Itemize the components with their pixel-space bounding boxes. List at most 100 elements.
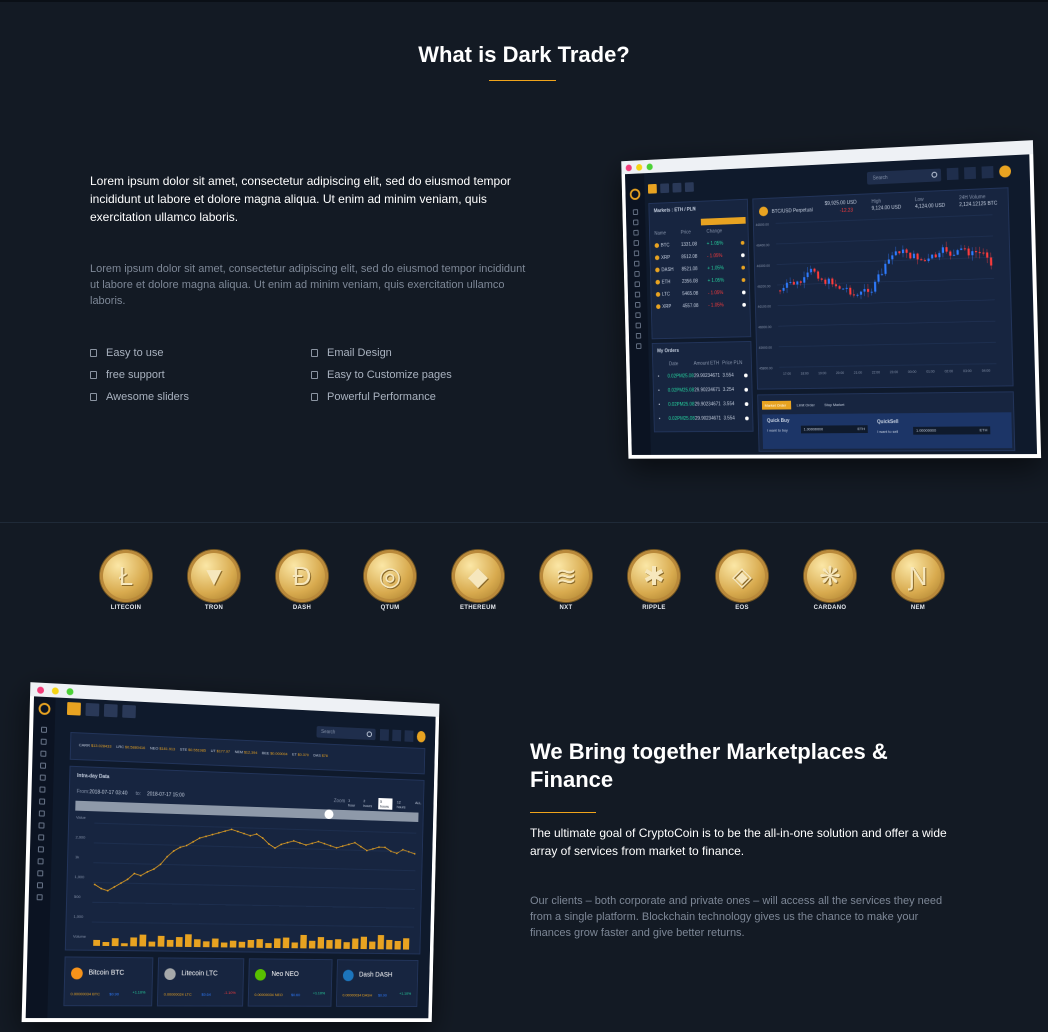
market-price: 8512.08 xyxy=(681,253,698,261)
chat-button[interactable] xyxy=(85,702,100,717)
line-point xyxy=(348,843,350,846)
market-row[interactable]: XRP 8512.08 - 1.05% xyxy=(650,250,750,263)
volume-bar xyxy=(402,938,410,950)
candle xyxy=(856,294,859,296)
market-tabs[interactable] xyxy=(700,216,746,226)
candle xyxy=(982,252,985,254)
search-input[interactable]: Search xyxy=(316,725,376,741)
zoom-option[interactable]: 5 hours xyxy=(378,797,393,810)
menu-button[interactable] xyxy=(647,183,657,194)
market-row[interactable]: LTC 5465.08 - 1.05% xyxy=(651,287,751,299)
candle xyxy=(967,248,970,256)
sell-amount-input[interactable]: 1.00000000 ETH xyxy=(913,426,991,435)
mockup-screen: Search Markets : ETH / PLN Name Price Ch… xyxy=(625,154,1038,455)
check-icon xyxy=(90,393,97,401)
market-row[interactable]: DASH 8521.08 + 1.05% xyxy=(651,263,751,276)
coin-label: RIPPLE xyxy=(642,605,666,611)
clipboard-button[interactable] xyxy=(122,704,136,719)
candle xyxy=(960,248,963,251)
tab-limit-order[interactable]: Limit Order xyxy=(797,402,815,407)
asset-card[interactable]: Dash DASH 0.00000034 DASH $0.90 +1.10% xyxy=(335,959,419,1007)
nav-icon xyxy=(635,301,641,308)
market-price: 8521.08 xyxy=(681,266,698,273)
volume-bar xyxy=(211,938,219,948)
line-point xyxy=(378,846,380,849)
candle xyxy=(867,288,870,292)
market-row[interactable]: BTC 1331.08 + 1.05% xyxy=(650,238,750,251)
zoom-option[interactable]: 1 hour xyxy=(346,797,359,809)
order-type-icon: • xyxy=(658,388,660,394)
coin-icon xyxy=(654,243,660,248)
menu-button[interactable] xyxy=(66,702,81,716)
x-tick-label: 03:00 xyxy=(963,369,972,373)
volume-bar xyxy=(317,937,325,949)
search-input[interactable]: Search xyxy=(866,168,942,185)
asset-card[interactable]: Bitcoin BTC 0.00000034 BTC $0.90 +1.10% xyxy=(63,956,154,1007)
order-row[interactable]: • 0.02PM25.08 29.90234671 3.554 xyxy=(654,414,754,424)
mail-button[interactable] xyxy=(103,703,118,718)
order-row[interactable]: • 0.02PM25.08 29.90234671 3.554 xyxy=(653,371,753,382)
grid-line xyxy=(94,823,416,833)
user-icon[interactable] xyxy=(404,730,414,742)
asset-card[interactable]: Neo NEO 0.00000034 NEO $0.60 +1.10% xyxy=(247,958,333,1007)
order-row[interactable]: • 0.02PM25.08 29.90234671 3.254 xyxy=(654,385,754,396)
fullscreen-icon[interactable] xyxy=(379,729,389,741)
logo-icon xyxy=(629,188,641,201)
candle xyxy=(923,260,927,262)
volume-bar xyxy=(334,939,342,949)
market-price: 2356.08 xyxy=(681,278,699,285)
market-price: 4557.08 xyxy=(682,303,699,310)
buy-amount-input[interactable]: 1.00000000 ETH xyxy=(800,425,868,434)
market-change: - 1.05% xyxy=(706,253,723,260)
settings-icon[interactable] xyxy=(999,165,1012,178)
volume-bar xyxy=(148,941,156,947)
volume-bar xyxy=(102,941,110,947)
zoom-option[interactable]: 12 hours xyxy=(395,799,411,811)
mail-button[interactable] xyxy=(672,182,682,193)
volume-bar xyxy=(166,939,174,947)
tab-market-order[interactable]: Market Order xyxy=(761,400,792,410)
order-row[interactable]: • 0.02PM25.08 29.90234671 3.554 xyxy=(654,399,754,410)
search-icon xyxy=(931,171,938,178)
x-tick-label: 00:00 xyxy=(908,370,917,374)
line-point xyxy=(205,835,207,838)
line-point xyxy=(311,842,314,845)
market-row[interactable]: XRP 4557.08 - 1.05% xyxy=(652,300,752,312)
clipboard-button[interactable] xyxy=(684,182,694,193)
star-icon xyxy=(741,253,745,258)
volume-bar xyxy=(343,942,350,949)
grid-line xyxy=(779,342,996,346)
volume-bar xyxy=(120,943,128,947)
settings-icon[interactable] xyxy=(416,730,426,743)
coin-icon xyxy=(655,279,660,285)
user-icon[interactable] xyxy=(981,166,994,179)
coin-icon xyxy=(654,255,660,261)
bell-icon[interactable] xyxy=(392,729,402,742)
ticker-item: NEM $12,394 xyxy=(234,749,258,755)
candle xyxy=(877,274,880,282)
order-type-icon: • xyxy=(658,402,661,408)
volume-bar xyxy=(247,939,255,948)
y-tick-label: 46100.00 xyxy=(758,305,771,309)
star-icon xyxy=(740,240,745,245)
candle xyxy=(849,287,852,295)
logo-icon xyxy=(38,702,51,716)
candle xyxy=(792,281,795,285)
coin-label: LITECOIN xyxy=(110,605,142,611)
asset-card[interactable]: Litecoin LTC 0.00000024 LTC $0.64 -1.10% xyxy=(156,957,245,1007)
qtum-icon: ◎ xyxy=(364,550,416,602)
nav-icon xyxy=(632,209,639,216)
zoom-option[interactable]: 2 hours xyxy=(361,797,375,809)
litecoin-icon: Ł xyxy=(100,550,152,602)
chat-button[interactable] xyxy=(660,183,670,194)
market-row[interactable]: ETH 2356.08 + 1.05% xyxy=(651,275,751,288)
line-point xyxy=(305,844,307,846)
volume-bar xyxy=(93,939,101,946)
ticker-item: LRC $0.5880416 xyxy=(116,743,146,751)
zoom-option[interactable]: ALL xyxy=(413,799,423,811)
fullscreen-icon[interactable] xyxy=(946,167,959,181)
tab-stop-market[interactable]: Stop Market xyxy=(824,402,844,407)
bell-icon[interactable] xyxy=(964,166,976,180)
title-underline xyxy=(489,80,556,81)
candle xyxy=(827,278,830,284)
